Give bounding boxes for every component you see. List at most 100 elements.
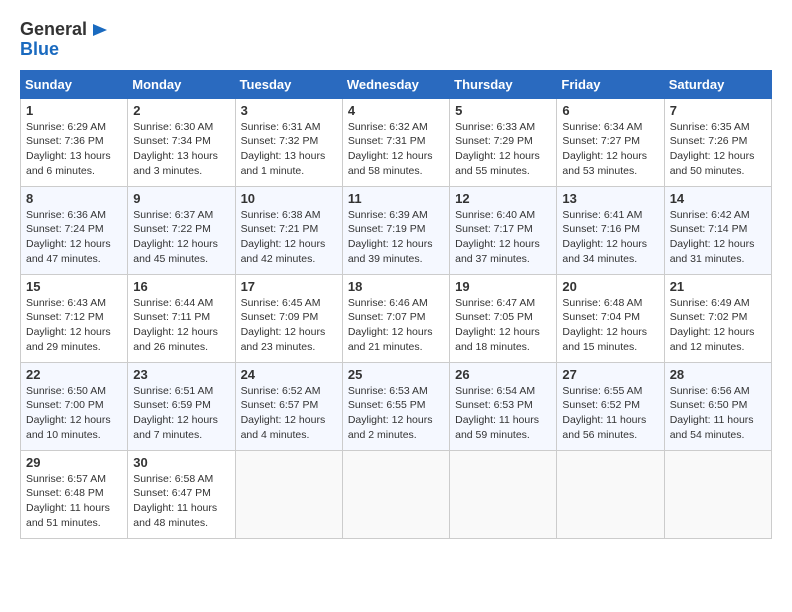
day-info: Sunrise: 6:36 AM Sunset: 7:24 PM Dayligh… [26,208,122,267]
day-info: Sunrise: 6:34 AM Sunset: 7:27 PM Dayligh… [562,120,658,179]
weekday-header-tuesday: Tuesday [235,70,342,98]
calendar-cell: 14Sunrise: 6:42 AM Sunset: 7:14 PM Dayli… [664,186,771,274]
calendar-cell: 13Sunrise: 6:41 AM Sunset: 7:16 PM Dayli… [557,186,664,274]
weekday-header-sunday: Sunday [21,70,128,98]
day-info: Sunrise: 6:45 AM Sunset: 7:09 PM Dayligh… [241,296,337,355]
day-info: Sunrise: 6:49 AM Sunset: 7:02 PM Dayligh… [670,296,766,355]
calendar-cell: 9Sunrise: 6:37 AM Sunset: 7:22 PM Daylig… [128,186,235,274]
day-number: 19 [455,279,551,294]
logo-general-text: General [20,20,87,40]
calendar-cell: 17 Sunrise: 6:45 AM Sunset: 7:09 PM Dayli… [235,274,342,362]
day-info: Sunrise: 6:43 AM Sunset: 7:12 PM Dayligh… [26,296,122,355]
week-row-2: 8 Sunrise: 6:36 AM Sunset: 7:24 PM Daylig… [21,186,772,274]
day-info: Sunrise: 6:54 AM Sunset: 6:53 PM Dayligh… [455,384,551,443]
calendar-cell: 24 Sunrise: 6:52 AM Sunset: 6:57 PM Dayli… [235,362,342,450]
logo-arrow-icon [89,20,109,40]
day-number: 29 [26,455,122,470]
day-number: 21 [670,279,766,294]
week-row-1: 1 Sunrise: 6:29 AM Sunset: 7:36 PM Daylig… [21,98,772,186]
calendar-cell: 7 Sunrise: 6:35 AM Sunset: 7:26 PM Daylig… [664,98,771,186]
day-number: 2 [133,103,229,118]
calendar-cell: 16 Sunrise: 6:44 AM Sunset: 7:11 PM Dayli… [128,274,235,362]
day-info: Sunrise: 6:47 AM Sunset: 7:05 PM Dayligh… [455,296,551,355]
day-number: 6 [562,103,658,118]
calendar-cell: 19 Sunrise: 6:47 AM Sunset: 7:05 PM Dayli… [450,274,557,362]
day-info: Sunrise: 6:29 AM Sunset: 7:36 PM Dayligh… [26,120,122,179]
day-number: 8 [26,191,122,206]
day-number: 20 [562,279,658,294]
day-number: 5 [455,103,551,118]
weekday-header-saturday: Saturday [664,70,771,98]
day-number: 7 [670,103,766,118]
day-info: Sunrise: 6:57 AM Sunset: 6:48 PM Dayligh… [26,472,122,531]
calendar-cell: 2 Sunrise: 6:30 AM Sunset: 7:34 PM Daylig… [128,98,235,186]
day-info: Sunrise: 6:52 AM Sunset: 6:57 PM Dayligh… [241,384,337,443]
day-info: Sunrise: 6:39 AM Sunset: 7:19 PM Dayligh… [348,208,444,267]
day-number: 11 [348,191,444,206]
day-info: Sunrise: 6:50 AM Sunset: 7:00 PM Dayligh… [26,384,122,443]
day-number: 16 [133,279,229,294]
day-number: 4 [348,103,444,118]
calendar-cell: 1 Sunrise: 6:29 AM Sunset: 7:36 PM Daylig… [21,98,128,186]
calendar-cell: 23 Sunrise: 6:51 AM Sunset: 6:59 PM Dayli… [128,362,235,450]
calendar-cell: 20 Sunrise: 6:48 AM Sunset: 7:04 PM Dayli… [557,274,664,362]
weekday-header-row: SundayMondayTuesdayWednesdayThursdayFrid… [21,70,772,98]
day-number: 10 [241,191,337,206]
calendar-cell [450,450,557,538]
day-number: 1 [26,103,122,118]
day-number: 30 [133,455,229,470]
logo: General Blue [20,20,109,60]
day-info: Sunrise: 6:55 AM Sunset: 6:52 PM Dayligh… [562,384,658,443]
calendar-cell [342,450,449,538]
day-number: 15 [26,279,122,294]
calendar-cell: 28 Sunrise: 6:56 AM Sunset: 6:50 PM Dayli… [664,362,771,450]
day-number: 25 [348,367,444,382]
day-info: Sunrise: 6:44 AM Sunset: 7:11 PM Dayligh… [133,296,229,355]
logo-blue-text: Blue [20,40,109,60]
day-number: 24 [241,367,337,382]
weekday-header-monday: Monday [128,70,235,98]
day-number: 17 [241,279,337,294]
calendar-cell [557,450,664,538]
calendar-cell: 25Sunrise: 6:53 AM Sunset: 6:55 PM Dayli… [342,362,449,450]
day-info: Sunrise: 6:38 AM Sunset: 7:21 PM Dayligh… [241,208,337,267]
day-number: 14 [670,191,766,206]
calendar-cell: 12 Sunrise: 6:40 AM Sunset: 7:17 PM Dayli… [450,186,557,274]
day-info: Sunrise: 6:31 AM Sunset: 7:32 PM Dayligh… [241,120,337,179]
day-number: 12 [455,191,551,206]
calendar-cell: 15 Sunrise: 6:43 AM Sunset: 7:12 PM Dayli… [21,274,128,362]
calendar-cell: 5 Sunrise: 6:33 AM Sunset: 7:29 PM Daylig… [450,98,557,186]
day-info: Sunrise: 6:33 AM Sunset: 7:29 PM Dayligh… [455,120,551,179]
calendar-cell: 11 Sunrise: 6:39 AM Sunset: 7:19 PM Dayli… [342,186,449,274]
day-number: 3 [241,103,337,118]
calendar-cell: 26 Sunrise: 6:54 AM Sunset: 6:53 PM Dayli… [450,362,557,450]
day-info: Sunrise: 6:46 AM Sunset: 7:07 PM Dayligh… [348,296,444,355]
weekday-header-friday: Friday [557,70,664,98]
calendar-cell: 10 Sunrise: 6:38 AM Sunset: 7:21 PM Dayli… [235,186,342,274]
weekday-header-thursday: Thursday [450,70,557,98]
day-info: Sunrise: 6:30 AM Sunset: 7:34 PM Dayligh… [133,120,229,179]
day-number: 28 [670,367,766,382]
week-row-4: 22 Sunrise: 6:50 AM Sunset: 7:00 PM Dayli… [21,362,772,450]
day-info: Sunrise: 6:48 AM Sunset: 7:04 PM Dayligh… [562,296,658,355]
calendar-cell: 3 Sunrise: 6:31 AM Sunset: 7:32 PM Daylig… [235,98,342,186]
day-info: Sunrise: 6:35 AM Sunset: 7:26 PM Dayligh… [670,120,766,179]
calendar-cell [664,450,771,538]
day-info: Sunrise: 6:40 AM Sunset: 7:17 PM Dayligh… [455,208,551,267]
day-info: Sunrise: 6:41 AM Sunset: 7:16 PM Dayligh… [562,208,658,267]
day-info: Sunrise: 6:51 AM Sunset: 6:59 PM Dayligh… [133,384,229,443]
weekday-header-wednesday: Wednesday [342,70,449,98]
week-row-3: 15 Sunrise: 6:43 AM Sunset: 7:12 PM Dayli… [21,274,772,362]
calendar-cell: 6 Sunrise: 6:34 AM Sunset: 7:27 PM Daylig… [557,98,664,186]
day-info: Sunrise: 6:56 AM Sunset: 6:50 PM Dayligh… [670,384,766,443]
calendar-cell: 22 Sunrise: 6:50 AM Sunset: 7:00 PM Dayli… [21,362,128,450]
day-number: 23 [133,367,229,382]
calendar-cell: 30Sunrise: 6:58 AM Sunset: 6:47 PM Dayli… [128,450,235,538]
logo-container: General Blue [20,20,109,60]
day-number: 26 [455,367,551,382]
calendar-cell: 27Sunrise: 6:55 AM Sunset: 6:52 PM Dayli… [557,362,664,450]
day-number: 22 [26,367,122,382]
calendar-table: SundayMondayTuesdayWednesdayThursdayFrid… [20,70,772,539]
day-info: Sunrise: 6:32 AM Sunset: 7:31 PM Dayligh… [348,120,444,179]
day-info: Sunrise: 6:37 AM Sunset: 7:22 PM Dayligh… [133,208,229,267]
